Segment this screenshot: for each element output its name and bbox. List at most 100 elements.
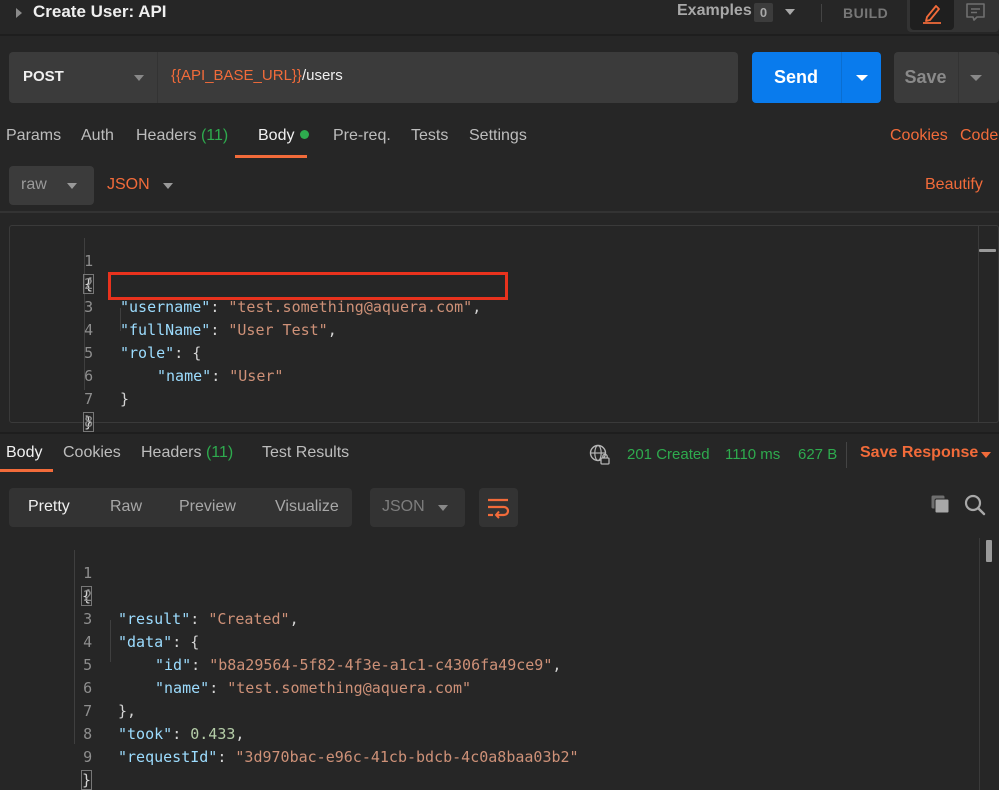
tab-label: Headers bbox=[141, 444, 202, 461]
save-response-button[interactable]: Save Response bbox=[860, 444, 978, 462]
divider bbox=[0, 211, 999, 213]
examples-count-badge: 0 bbox=[754, 3, 773, 22]
active-tab-indicator bbox=[0, 469, 53, 472]
headers-count: (11) bbox=[205, 444, 234, 461]
tab-auth[interactable]: Auth bbox=[81, 127, 114, 145]
tab-label: Test Results bbox=[262, 444, 350, 461]
code-line: 8 "requestId": "3d970bac-e96c-41cb-bdcb-… bbox=[0, 700, 999, 766]
response-language-select[interactable]: JSON bbox=[370, 488, 465, 527]
divider bbox=[841, 52, 842, 103]
view-mode-raw[interactable]: Raw bbox=[110, 498, 142, 516]
code-line: 5 "name": "User" bbox=[10, 319, 998, 385]
response-size: 627 B bbox=[798, 446, 838, 463]
request-title[interactable]: Create User: API bbox=[33, 2, 167, 22]
copy-icon[interactable] bbox=[930, 494, 950, 514]
response-body-viewer[interactable]: 1 { 2 "result": "Created", 3 "data": { 4… bbox=[0, 538, 999, 790]
url-path: /users bbox=[301, 67, 343, 84]
divider bbox=[958, 52, 959, 103]
request-tabs: Params Auth Headers (11) Body Pre-req. T… bbox=[0, 127, 999, 158]
code-line: 6 } bbox=[10, 342, 998, 408]
chevron-down-icon[interactable] bbox=[981, 452, 991, 458]
tab-tests[interactable]: Tests bbox=[411, 127, 448, 145]
divider bbox=[0, 432, 999, 434]
method-label: POST bbox=[23, 68, 64, 85]
examples-button[interactable]: Examples bbox=[677, 2, 752, 20]
code-line: 9 } bbox=[0, 723, 999, 790]
comment-icon bbox=[966, 3, 985, 21]
cookies-link[interactable]: Cookies bbox=[890, 127, 948, 145]
build-mode-label[interactable]: BUILD bbox=[843, 5, 888, 21]
json-key: "requestId" bbox=[118, 748, 218, 766]
tab-label: Pre-req. bbox=[333, 127, 391, 144]
beautify-button[interactable]: Beautify bbox=[925, 176, 983, 194]
edit-mode-button[interactable] bbox=[910, 0, 954, 30]
active-tab-indicator bbox=[235, 155, 307, 158]
method-select[interactable]: POST bbox=[9, 52, 158, 103]
code-line: 5 "name": "test.something@aquera.com" bbox=[0, 631, 999, 697]
view-mode-visualize[interactable]: Visualize bbox=[275, 498, 339, 516]
divider bbox=[821, 4, 822, 22]
send-options-chevron-icon[interactable] bbox=[856, 75, 868, 81]
body-type-label: raw bbox=[21, 176, 47, 193]
tab-label: Headers bbox=[136, 127, 197, 144]
chevron-down-icon bbox=[67, 183, 77, 189]
line-number: 9 bbox=[83, 748, 93, 766]
response-tab-cookies[interactable]: Cookies bbox=[63, 444, 121, 462]
chevron-down-icon[interactable] bbox=[785, 9, 795, 15]
annotation-highlight-box bbox=[108, 272, 508, 300]
tab-headers[interactable]: Headers (11) bbox=[136, 127, 228, 145]
search-icon[interactable] bbox=[964, 494, 986, 516]
tab-label: Body bbox=[258, 127, 295, 144]
chevron-down-icon bbox=[134, 75, 144, 81]
code-line: 8 bbox=[10, 388, 998, 431]
comments-button[interactable] bbox=[954, 0, 998, 30]
tab-label: Tests bbox=[411, 127, 449, 144]
divider bbox=[846, 442, 847, 468]
tab-label: Settings bbox=[469, 127, 527, 144]
code-link[interactable]: Code bbox=[960, 127, 998, 145]
code-line: 7 } bbox=[10, 365, 998, 432]
response-tab-headers[interactable]: Headers (11) bbox=[141, 444, 233, 462]
response-tab-body[interactable]: Body bbox=[6, 444, 42, 462]
send-button[interactable]: Send bbox=[752, 52, 881, 103]
code-line: 4 "id": "b8a29564-5f82-4f3e-a1c1-c4306fa… bbox=[0, 608, 999, 674]
pencil-icon bbox=[923, 5, 941, 24]
request-body-editor[interactable]: 1 { 2 "username": "test.something@aquera… bbox=[9, 225, 999, 432]
url-input[interactable]: {{API_BASE_URL}}/users bbox=[171, 67, 343, 84]
globe-lock-icon[interactable] bbox=[589, 444, 611, 466]
caret-right-icon[interactable] bbox=[16, 8, 22, 18]
tab-params[interactable]: Params bbox=[6, 127, 61, 145]
response-time: 1110 ms bbox=[725, 446, 781, 463]
line-number: 8 bbox=[84, 413, 94, 431]
code-line: 1 { bbox=[0, 539, 999, 606]
code-line: 3 "data": { bbox=[0, 585, 999, 651]
content-indicator-dot bbox=[300, 130, 310, 139]
code-line: 2 "result": "Created", bbox=[0, 562, 999, 628]
tab-settings[interactable]: Settings bbox=[469, 127, 527, 145]
chevron-down-icon bbox=[438, 505, 448, 511]
request-url-bar: POST {{API_BASE_URL}}/users bbox=[9, 52, 738, 103]
view-mode-pretty[interactable]: Pretty bbox=[28, 498, 70, 516]
tab-label: Auth bbox=[81, 127, 114, 144]
save-options-chevron-icon[interactable] bbox=[970, 75, 982, 81]
response-tab-test-results[interactable]: Test Results bbox=[262, 444, 349, 462]
tab-label: Params bbox=[6, 127, 62, 144]
request-header: Create User: API Examples 0 BUILD bbox=[0, 0, 999, 36]
body-type-select[interactable]: raw bbox=[9, 166, 94, 205]
json-string: "3d970bac-e96c-41cb-bdcb-4c0a8baa03b2" bbox=[235, 748, 579, 766]
url-variable: {{API_BASE_URL}} bbox=[171, 67, 302, 84]
tab-pre-request[interactable]: Pre-req. bbox=[333, 127, 391, 145]
body-language-select[interactable]: JSON bbox=[107, 176, 150, 194]
tab-body[interactable]: Body bbox=[258, 127, 310, 145]
close-brace: } bbox=[80, 770, 93, 790]
wrap-lines-button[interactable] bbox=[479, 488, 518, 527]
save-label: Save bbox=[904, 67, 947, 87]
code-line: 2 "username": "test.something@aquera.com… bbox=[10, 250, 998, 316]
wrap-lines-icon bbox=[488, 498, 510, 519]
code-line: 1 { bbox=[10, 227, 998, 294]
save-button[interactable]: Save bbox=[894, 52, 999, 103]
chevron-down-icon[interactable] bbox=[163, 183, 173, 189]
code-line: 7 "took": 0.433, bbox=[0, 677, 999, 743]
response-status: 201 Created bbox=[627, 446, 710, 463]
view-mode-preview[interactable]: Preview bbox=[179, 498, 236, 516]
